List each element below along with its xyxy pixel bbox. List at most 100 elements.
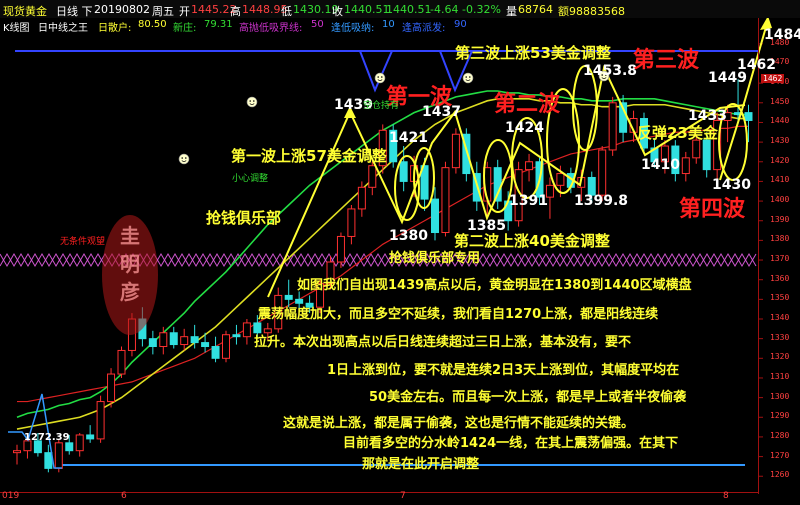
candle-up — [441, 167, 450, 234]
candle-up — [525, 161, 534, 171]
chart-annotation: 第三波 — [633, 48, 700, 73]
candle-up — [347, 208, 356, 237]
candle-up — [107, 373, 116, 403]
candle-down — [399, 161, 408, 182]
y-tick-label: 1350 — [770, 293, 790, 303]
note-line: 这就是说上涨，都是属于偷袭，这也是行情不能延续的关键。 — [283, 416, 635, 431]
chart-annotation: 1380 — [389, 228, 428, 244]
close-label: 收 — [332, 5, 343, 18]
candle-up — [242, 322, 251, 338]
candle-up — [117, 349, 126, 375]
chart-annotation: 1462 — [737, 57, 776, 73]
x-tick-label: 7 — [400, 491, 406, 501]
chart-annotation: 1391 — [509, 193, 548, 209]
note-line: 那就是在此开启调整 — [362, 457, 480, 472]
chart-annotation: 第三波上涨53美金调整 — [455, 44, 611, 62]
y-tick-label: 1450 — [770, 96, 790, 106]
limit-value: 50 — [311, 19, 324, 30]
smiley-icon — [462, 72, 474, 84]
change-percent: -0.32% — [462, 3, 501, 16]
note-line: 目前看多空的分水岭1424一线，在其上震荡偏强。在其下 — [343, 436, 679, 451]
candle-down — [201, 342, 210, 348]
y-tick-label: 1270 — [770, 450, 790, 460]
chart-annotation: 1272.39 — [24, 432, 70, 443]
volume-value: 68764 — [518, 3, 553, 16]
weekday-value: 周五 — [152, 5, 174, 18]
note-line: 如图我们自出现1439高点以后，黄金明显在1380到1440区域横盘 — [297, 278, 692, 293]
x-tick-label: 6 — [121, 491, 127, 501]
candle-down — [86, 434, 95, 440]
y-tick-label: 1290 — [770, 411, 790, 421]
quote-header: 现货黄金 日线 下 20190802 周五 开 1445.22 高 1448.9… — [0, 0, 800, 18]
candle-down — [431, 198, 439, 234]
new-label: 新庄: — [173, 23, 197, 32]
formula-name[interactable]: 日中线之王 — [38, 19, 88, 32]
smiley-icon — [374, 72, 386, 84]
candle-down — [702, 139, 711, 171]
candle-down — [44, 452, 53, 469]
chart-annotation: 1399.8 — [574, 193, 629, 209]
buy-value: 80.50 — [138, 19, 167, 30]
candle-up — [451, 133, 460, 169]
chart-annotation: 1421 — [389, 130, 428, 146]
chart-annotation: 第四波 — [679, 197, 746, 222]
buy-label: 日散户: — [98, 23, 132, 32]
symbol-name: 现货黄金 — [3, 5, 47, 18]
chart-annotation: 抢钱俱乐部专用 — [389, 251, 481, 266]
open-label: 开 — [179, 5, 190, 18]
chart-annotation: 第一波上涨57美金调整 — [231, 147, 387, 165]
candle-down — [148, 338, 157, 348]
note-line: 1日上涨到位，要不就是连续2日3天上涨到位，其幅度平均在 — [327, 363, 680, 378]
candle-down — [190, 336, 199, 344]
candle-up — [357, 186, 366, 210]
note-line: 50美金左右。而且每一次上涨，都是早上或者半夜偷袭 — [369, 390, 687, 405]
candle-up — [13, 450, 21, 454]
high-label: 高 — [230, 5, 241, 18]
candle-down — [211, 346, 220, 359]
candle-down — [65, 442, 74, 452]
chart-annotation: 第二波 — [494, 92, 561, 117]
x-tick-label: 019 — [2, 491, 20, 501]
y-tick-label: 1300 — [770, 391, 790, 401]
y-tick-label: 1420 — [770, 155, 790, 165]
candle-up — [556, 173, 565, 186]
candle-up — [54, 442, 63, 469]
last-value: 1440.51 — [386, 3, 432, 16]
y-tick-label: 1320 — [770, 352, 790, 362]
high-sell-label: 逢高派发: — [402, 23, 446, 32]
candle-up — [180, 336, 189, 346]
candle-up — [598, 149, 607, 196]
close-value: 1440.51 — [344, 3, 390, 16]
chart-annotation: 反弹23美金 — [637, 124, 718, 142]
high-sell-value: 90 — [454, 19, 467, 30]
candle-up — [608, 102, 617, 151]
chart-annotation: 小心调整 — [232, 174, 269, 184]
y-tick-label: 1390 — [770, 214, 790, 224]
change-value: -4.64 — [430, 3, 459, 16]
note-line: 震荡幅度加大，而且多空不延续，我们看自1270上涨，都是阳线连续 — [258, 307, 659, 322]
follow-value: 10 — [382, 19, 395, 30]
low-label: 低 — [281, 5, 292, 18]
limit-label: 高抛低吸界线: — [239, 23, 303, 32]
chart-annotation: 1410 — [641, 157, 680, 173]
follow-label: 逢低吸纳: — [331, 23, 375, 32]
candle-up — [336, 235, 345, 263]
y-tick-label: 1340 — [770, 313, 790, 322]
smiley-icon — [178, 153, 190, 165]
note-line: 拉升。本次出现高点以后日线连续超过三日上涨，基本没有，要不 — [254, 335, 632, 350]
current-price-tag: 1462 — [761, 74, 785, 84]
watermark-text: 圭明彦 — [120, 224, 140, 304]
chart-annotation: 抢钱俱乐部 — [206, 209, 282, 227]
volume-label: 量 — [506, 5, 517, 18]
period-label[interactable]: 日线 下 — [56, 3, 93, 18]
y-tick-label: 1360 — [770, 273, 790, 283]
candle-down — [284, 294, 293, 300]
indicator-name[interactable]: K线图 — [3, 19, 30, 32]
bottom-mini-indicator — [8, 393, 62, 469]
y-tick-label: 1260 — [770, 470, 790, 480]
chart-annotation: 1453.8 — [583, 63, 638, 79]
candle-up — [75, 434, 84, 452]
date-value: 20190802 — [94, 3, 150, 16]
candle-up — [681, 157, 690, 175]
candle-up — [96, 401, 105, 440]
